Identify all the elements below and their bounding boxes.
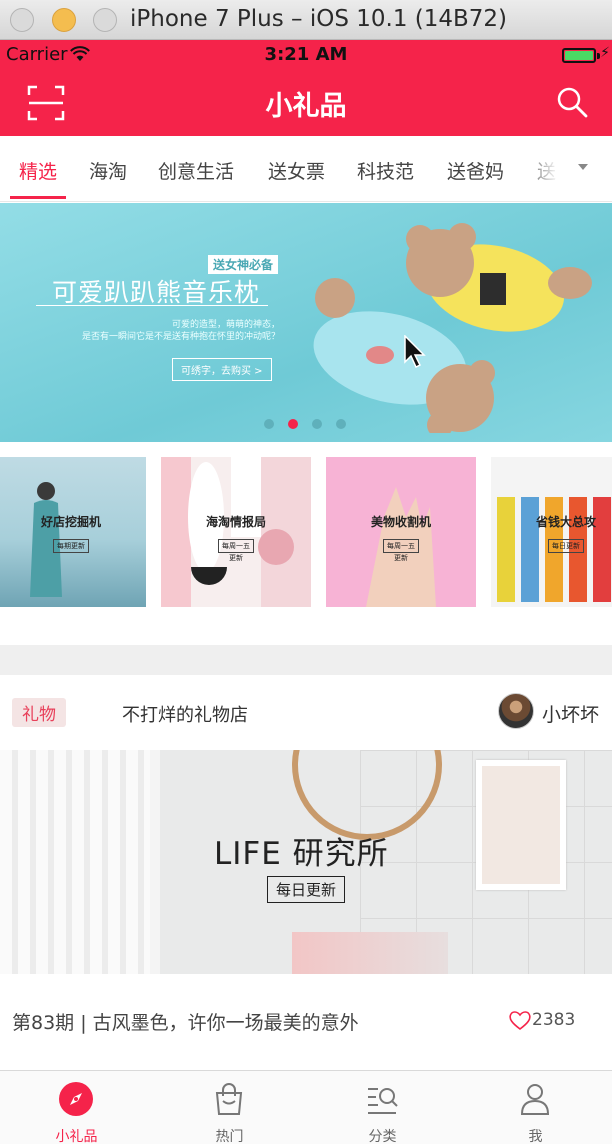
tab-bar: 小礼品 热门 分类 我 bbox=[0, 1070, 612, 1144]
article-header[interactable]: 礼物 不打烊的礼物店 小坏坏 bbox=[0, 675, 612, 750]
mouse-cursor-icon bbox=[404, 335, 426, 369]
cover-title: LIFE 研究所 bbox=[214, 836, 389, 872]
feature-title: 省钱大总攻 bbox=[535, 515, 596, 529]
tabbar-label: 我 bbox=[528, 1129, 543, 1144]
banner-title: 可爱趴趴熊音乐枕 bbox=[52, 278, 261, 307]
feature-title: 海淘情报局 bbox=[205, 515, 266, 529]
chevron-down-icon[interactable] bbox=[578, 164, 588, 170]
feature-card[interactable]: 好店挖掘机 每期更新 bbox=[0, 457, 146, 607]
tabbar-item-category[interactable]: 分类 bbox=[306, 1071, 459, 1144]
status-bar: Carrier 3:21 AM ⚡ bbox=[0, 40, 612, 70]
tabbar-label: 小礼品 bbox=[55, 1129, 98, 1144]
tab-creative-life[interactable]: 创意生活 bbox=[158, 157, 234, 184]
tabbar-item-hot[interactable]: 热门 bbox=[153, 1071, 306, 1144]
search-icon[interactable] bbox=[554, 84, 590, 120]
feature-badge: 每周一五更新 bbox=[383, 539, 419, 562]
shop-name[interactable]: 不打烊的礼物店 bbox=[122, 701, 248, 727]
bear-pillow-image bbox=[313, 223, 592, 433]
minimize-window-button[interactable] bbox=[52, 8, 76, 32]
tab-for-parents[interactable]: 送爸妈 bbox=[447, 157, 504, 184]
feature-title: 美物收割机 bbox=[370, 515, 431, 529]
tab-for-girlfriend[interactable]: 送女票 bbox=[268, 157, 325, 184]
zoom-window-button[interactable] bbox=[93, 8, 117, 32]
banner-tag: 送女神必备 bbox=[208, 255, 279, 274]
shopping-bag-icon bbox=[215, 1083, 243, 1115]
feature-card[interactable]: 海淘情报局 每周一五更新 bbox=[161, 457, 311, 607]
page-dot[interactable] bbox=[264, 419, 274, 429]
page-dot-active[interactable] bbox=[288, 419, 298, 429]
category-tabs: 精选 海淘 创意生活 送女票 科技范 送爸妈 送 bbox=[0, 136, 612, 202]
battery-icon bbox=[562, 48, 596, 63]
like-count: 2383 bbox=[532, 1010, 576, 1030]
feature-badge: 每周一五更新 bbox=[218, 539, 254, 562]
user-icon bbox=[520, 1084, 550, 1115]
author-name[interactable]: 小坏坏 bbox=[542, 700, 599, 727]
section-divider bbox=[0, 645, 612, 675]
feature-badge: 每日更新 bbox=[548, 539, 584, 553]
tabbar-label: 分类 bbox=[368, 1129, 397, 1144]
simulator-title: iPhone 7 Plus – iOS 10.1 (14B72) bbox=[130, 6, 508, 32]
article-tag[interactable]: 礼物 bbox=[12, 698, 66, 727]
page-dot[interactable] bbox=[312, 419, 322, 429]
banner-buy-button[interactable]: 可绣字，去购买 > bbox=[172, 358, 272, 381]
feature-card[interactable]: 美物收割机 每周一五更新 bbox=[326, 457, 476, 607]
category-search-icon bbox=[368, 1088, 398, 1114]
tab-haitao[interactable]: 海淘 bbox=[89, 157, 127, 184]
tab-tech[interactable]: 科技范 bbox=[357, 157, 414, 184]
charging-icon: ⚡ bbox=[600, 45, 610, 61]
feature-title: 好店挖掘机 bbox=[40, 515, 101, 529]
article-cover-image[interactable]: LIFE 研究所 每日更新 bbox=[0, 750, 612, 974]
page-title: 小礼品 bbox=[265, 91, 347, 122]
banner-carousel[interactable]: 送女神必备 可爱趴趴熊音乐枕 可爱的造型，萌萌的神态， 是否有一瞬间它是不是送有… bbox=[0, 203, 612, 442]
active-tab-indicator bbox=[10, 196, 66, 199]
heart-icon[interactable] bbox=[508, 1009, 532, 1031]
tabbar-label: 热门 bbox=[215, 1129, 244, 1144]
close-window-button[interactable] bbox=[10, 8, 34, 32]
page-dot[interactable] bbox=[336, 419, 346, 429]
feature-strip: 好店挖掘机 每期更新 海淘情报局 每周一五更新 美物收割机 每周一五更新 省钱大… bbox=[0, 442, 612, 645]
banner-subtitle: 是否有一瞬间它是不是送有种抱在怀里的冲动呢？ bbox=[82, 332, 281, 342]
status-time: 3:21 AM bbox=[264, 44, 348, 65]
tabbar-item-gifts[interactable]: 小礼品 bbox=[0, 1071, 153, 1144]
nav-bar: 小礼品 bbox=[0, 70, 612, 136]
feature-badge: 每期更新 bbox=[53, 539, 89, 553]
cover-badge: 每日更新 bbox=[267, 876, 346, 903]
tab-jingxuan[interactable]: 精选 bbox=[19, 157, 57, 184]
compass-icon bbox=[59, 1082, 93, 1116]
tabbar-item-me[interactable]: 我 bbox=[459, 1071, 612, 1144]
feature-card[interactable]: 省钱大总攻 每日更新 bbox=[491, 457, 612, 607]
simulator-title-bar: iPhone 7 Plus – iOS 10.1 (14B72) bbox=[0, 0, 612, 40]
avatar[interactable] bbox=[498, 693, 534, 729]
article-caption[interactable]: 第83期 | 古风墨色，许你一场最美的意外 bbox=[12, 1008, 359, 1035]
